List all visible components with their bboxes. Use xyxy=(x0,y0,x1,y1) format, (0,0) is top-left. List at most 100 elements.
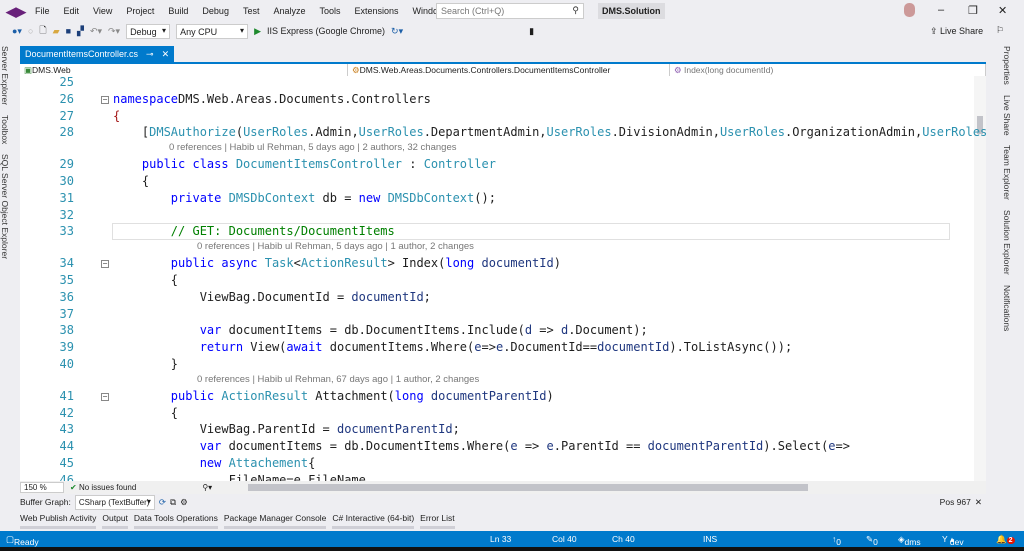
code-text[interactable]: new Attachement{ xyxy=(113,455,316,472)
minimize-button[interactable]: – xyxy=(938,4,944,16)
collapse-icon[interactable]: − xyxy=(101,95,109,104)
token: ; xyxy=(423,289,431,304)
branch-name[interactable]: Y dev ▴ xyxy=(942,534,964,547)
code-lens[interactable]: 0 references | Habib ul Rehman, 5 days a… xyxy=(197,240,474,254)
refresh-icon[interactable]: ↻▾ xyxy=(391,26,403,37)
collapse-icon[interactable]: − xyxy=(101,260,109,269)
collapse-icon[interactable]: − xyxy=(101,392,109,401)
settings-icon[interactable]: ⚙ xyxy=(180,497,188,508)
new-item-icon[interactable]: 🗋 xyxy=(39,23,46,39)
menu-extensions[interactable]: Extensions xyxy=(348,6,406,16)
line-number: 29 xyxy=(59,157,74,172)
code-text[interactable]: FileName=e.FileName, xyxy=(113,472,374,481)
code-text[interactable]: { xyxy=(113,272,178,289)
code-editor[interactable]: 25 26− namespaceDMS.Web.Areas.Documents.Co… xyxy=(20,76,986,481)
avatar[interactable] xyxy=(904,3,915,17)
menu-project[interactable]: Project xyxy=(119,6,161,16)
code-text[interactable]: ViewBag.DocumentId = documentId; xyxy=(113,289,431,306)
code-cleanup-icon[interactable]: ⚲▾ xyxy=(202,483,212,492)
code-lens[interactable]: 0 references | Habib ul Rehman, 67 days … xyxy=(197,373,479,387)
zoom-level[interactable]: 150 % xyxy=(20,482,64,493)
bottom-tab[interactable]: Error List xyxy=(420,513,455,529)
restore-button[interactable]: ❐ xyxy=(968,4,978,17)
menu-analyze[interactable]: Analyze xyxy=(266,6,312,16)
code-text[interactable]: [DMSAuthorize(UserRoles.Admin,UserRoles.… xyxy=(113,124,986,141)
menu-file[interactable]: File xyxy=(28,6,57,16)
pending-edits[interactable]: ✎ 0 xyxy=(866,534,878,547)
code-text[interactable]: { xyxy=(113,405,178,422)
right-tab-0[interactable]: Properties xyxy=(1002,46,1012,85)
save-icon[interactable]: ■ xyxy=(66,26,71,36)
left-tab-2[interactable]: SQL Server Object Explorer xyxy=(0,154,10,259)
forward-icon[interactable]: ○ xyxy=(28,26,33,36)
bottom-tab[interactable]: Package Manager Console xyxy=(223,513,327,529)
refresh-graph-icon[interactable]: ⟳ xyxy=(159,497,166,508)
bookmark-icon[interactable]: ▮ xyxy=(529,26,534,37)
run-icon[interactable]: ▶ xyxy=(254,26,261,37)
feedback-icon[interactable]: ⚐ xyxy=(996,25,1004,36)
pin-icon[interactable]: ⊸ xyxy=(146,49,154,59)
code-text[interactable]: public class DocumentItemsController : C… xyxy=(113,156,496,173)
code-lens[interactable]: 0 references | Habib ul Rehman, 5 days a… xyxy=(169,141,456,155)
bottom-tab[interactable]: Web Publish Activity xyxy=(20,513,97,529)
close-button[interactable]: ✕ xyxy=(998,4,1007,17)
right-tab-2[interactable]: Team Explorer xyxy=(1002,145,1012,200)
member-dropdown[interactable]: ⚙ Index(long documentId) xyxy=(670,64,986,76)
menu-edit[interactable]: Edit xyxy=(57,6,87,16)
repo-name[interactable]: ◈ dms xyxy=(898,534,921,547)
code-line: 30 { xyxy=(20,173,970,190)
code-text[interactable]: { xyxy=(113,108,120,125)
code-text[interactable]: private DMSDbContext db = new DMSDbConte… xyxy=(113,190,496,207)
open-icon[interactable]: ▰ xyxy=(53,26,60,37)
right-tab-3[interactable]: Solution Explorer xyxy=(1002,210,1012,275)
back-icon[interactable]: ●▾ xyxy=(12,26,22,37)
save-all-icon[interactable]: ▞ xyxy=(77,26,84,37)
left-tab-1[interactable]: Toolbox xyxy=(0,115,10,144)
line-number: 41 xyxy=(59,388,74,403)
code-text[interactable]: public async Task<ActionResult> Index(lo… xyxy=(113,255,561,272)
menu-debug[interactable]: Debug xyxy=(195,6,236,16)
close-tab-icon[interactable]: ✕ xyxy=(162,49,170,59)
code-text[interactable]: // GET: Documents/DocumentItems xyxy=(113,223,395,240)
code-text[interactable]: var documentItems = db.DocumentItems.Whe… xyxy=(113,438,850,455)
menu-tools[interactable]: Tools xyxy=(313,6,348,16)
code-line: 34 − public async Task<ActionResult> Inde… xyxy=(20,255,970,272)
code-line: 39 return View(await documentItems.Where… xyxy=(20,339,970,356)
redo-icon[interactable]: ↷▾ xyxy=(108,26,120,37)
left-tab-0[interactable]: Server Explorer xyxy=(0,46,10,105)
buffer-select[interactable]: CSharp (TextBuffer) xyxy=(74,494,155,510)
code-text[interactable]: { xyxy=(113,173,149,190)
code-line: 38 var documentItems = db.DocumentItems.… xyxy=(20,322,970,339)
right-tab-4[interactable]: Notifications xyxy=(1002,285,1012,331)
menu-view[interactable]: View xyxy=(86,6,119,16)
copy-icon[interactable]: ⧉ xyxy=(170,497,176,508)
bottom-tab[interactable]: Output xyxy=(102,513,128,529)
code-text[interactable]: var documentItems = db.DocumentItems.Inc… xyxy=(113,322,648,339)
undo-icon[interactable]: ↶▾ xyxy=(90,26,102,37)
horizontal-scrollbar[interactable] xyxy=(248,484,809,491)
menu-test[interactable]: Test xyxy=(236,6,267,16)
token: => xyxy=(481,340,496,355)
code-text[interactable]: ViewBag.ParentId = documentParentId; xyxy=(113,421,460,438)
solution-name: DMS.Solution xyxy=(598,3,665,19)
platform-select[interactable]: Any CPU xyxy=(176,23,249,39)
right-tab-1[interactable]: Live Share xyxy=(1002,95,1012,136)
close-buffer-icon[interactable]: ✕ xyxy=(975,497,982,508)
search-input[interactable]: Search (Ctrl+Q) ⚲ xyxy=(436,3,584,19)
bottom-tab[interactable]: C# Interactive (64-bit) xyxy=(332,513,415,529)
code-text[interactable]: return View(await documentItems.Where(e=… xyxy=(113,339,792,356)
menu-build[interactable]: Build xyxy=(161,6,195,16)
live-share-button[interactable]: ⇪ Live Share xyxy=(930,26,983,37)
push-count[interactable]: ↑ 0 xyxy=(832,534,841,547)
issues-indicator[interactable]: ✔ No issues found xyxy=(70,483,136,492)
configuration-select[interactable]: Debug xyxy=(126,23,171,39)
code-text[interactable]: public ActionResult Attachment(long docu… xyxy=(113,388,554,405)
code-text[interactable]: namespaceDMS.Web.Areas.Documents.Control… xyxy=(113,91,431,108)
class-dropdown[interactable]: ⚙DMS.Web.Areas.Documents.Controllers.Doc… xyxy=(348,64,670,76)
run-button[interactable]: IIS Express (Google Chrome) xyxy=(267,26,385,36)
project-dropdown[interactable]: ▣DMS.Web xyxy=(20,64,348,76)
tab-document-items-controller[interactable]: DocumentItemsController.cs ⊸ ✕ xyxy=(20,46,175,62)
code-text[interactable]: } xyxy=(113,356,178,373)
bottom-tab[interactable]: Data Tools Operations xyxy=(133,513,218,529)
notifications-icon[interactable]: 🔔 2 xyxy=(996,534,1015,545)
